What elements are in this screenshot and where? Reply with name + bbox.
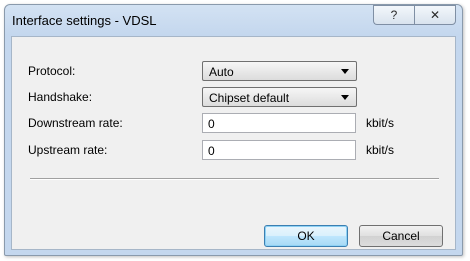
protocol-select[interactable]: Auto <box>202 61 357 81</box>
close-icon: ✕ <box>429 8 441 22</box>
protocol-row: Protocol: Auto <box>12 59 455 83</box>
chevron-down-icon <box>341 95 349 100</box>
title-bar[interactable]: Interface settings - VDSL ? ✕ <box>5 5 462 35</box>
window-title: Interface settings - VDSL <box>12 13 157 28</box>
upstream-unit: kbit/s <box>366 143 395 157</box>
downstream-unit: kbit/s <box>366 116 395 130</box>
upstream-label: Upstream rate: <box>28 143 108 157</box>
handshake-select-value: Chipset default <box>209 91 290 105</box>
chevron-down-icon <box>341 69 349 74</box>
upstream-rate-value: 0 <box>208 144 215 158</box>
cancel-button-label: Cancel <box>382 229 420 243</box>
handshake-row: Handshake: Chipset default <box>12 85 455 109</box>
cancel-button[interactable]: Cancel <box>359 225 443 247</box>
help-icon: ? <box>390 8 398 22</box>
handshake-label: Handshake: <box>28 90 93 104</box>
ok-button-label: OK <box>297 229 315 243</box>
help-button[interactable]: ? <box>373 5 414 25</box>
downstream-rate-input[interactable]: 0 <box>202 113 356 133</box>
protocol-select-value: Auto <box>209 65 234 79</box>
upstream-rate-input[interactable]: 0 <box>202 140 356 160</box>
title-bar-buttons: ? ✕ <box>373 5 456 25</box>
upstream-row: Upstream rate: 0 kbit/s <box>12 138 455 162</box>
handshake-select[interactable]: Chipset default <box>202 87 357 107</box>
downstream-rate-value: 0 <box>208 117 215 131</box>
divider <box>30 178 439 180</box>
dialog-window: Interface settings - VDSL ? ✕ Protocol: … <box>4 4 463 256</box>
ok-button[interactable]: OK <box>264 225 348 247</box>
downstream-label: Downstream rate: <box>28 116 123 130</box>
close-button[interactable]: ✕ <box>414 5 456 25</box>
downstream-row: Downstream rate: 0 kbit/s <box>12 111 455 135</box>
dialog-client-area: Protocol: Auto Handshake: Chipset defaul… <box>11 36 456 250</box>
protocol-label: Protocol: <box>28 64 76 78</box>
